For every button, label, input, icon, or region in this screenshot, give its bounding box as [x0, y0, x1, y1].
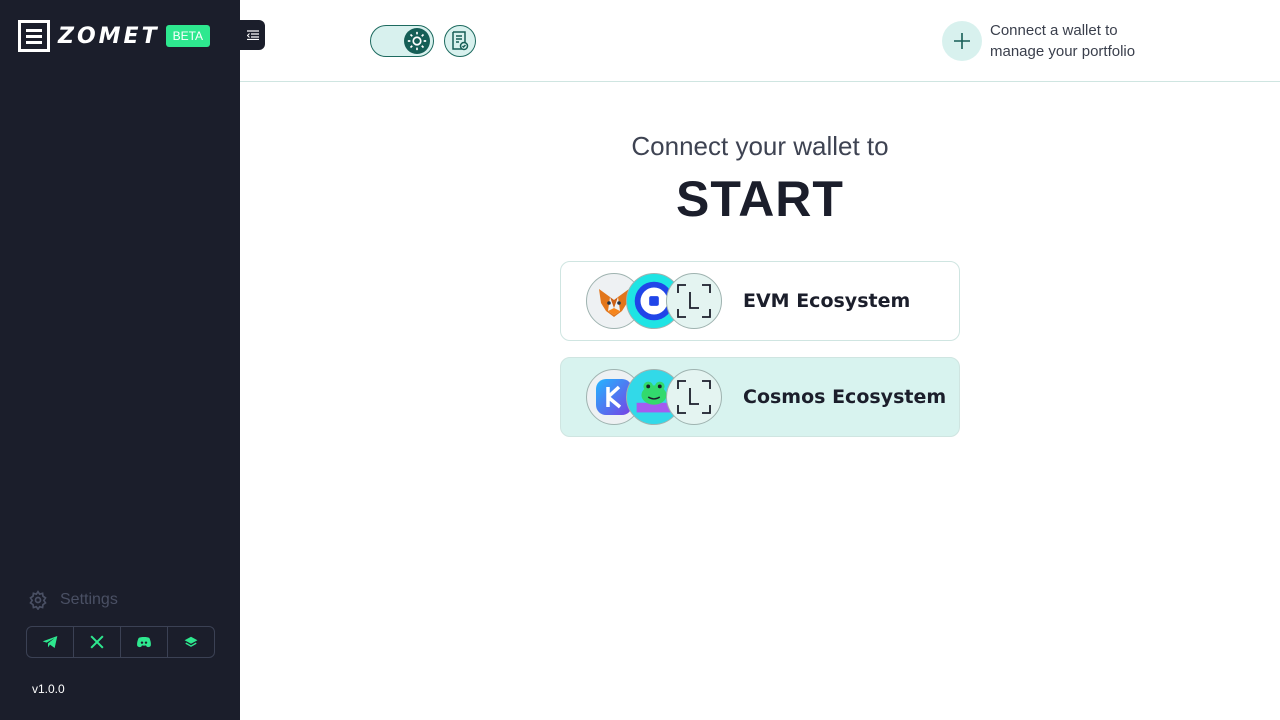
top-header: Connect a wallet to manage your portfoli…	[240, 0, 1280, 82]
telegram-icon	[42, 636, 58, 648]
collapse-sidebar-button[interactable]	[240, 20, 265, 50]
wallet-avatars	[586, 368, 746, 426]
transactions-button[interactable]	[444, 25, 476, 57]
telegram-link[interactable]	[27, 627, 74, 657]
connect-wallet-text: Connect a wallet to manage your portfoli…	[990, 22, 1136, 60]
plus-icon	[954, 33, 970, 49]
discord-icon	[137, 637, 151, 648]
connect-wallet-cta[interactable]: Connect a wallet to manage your portfoli…	[942, 20, 1160, 62]
ledger-icon	[666, 273, 722, 329]
sidebar: ZOMET BETA Settings v1.0.0	[0, 0, 240, 720]
sun-icon	[407, 31, 427, 51]
settings-label: Settings	[60, 591, 118, 608]
x-icon	[90, 635, 104, 649]
ledger-icon	[666, 369, 722, 425]
cosmos-ecosystem-card[interactable]: Cosmos Ecosystem	[560, 357, 960, 437]
social-links	[26, 626, 215, 658]
headline-title: START	[676, 171, 844, 227]
version-label: v1.0.0	[32, 682, 65, 696]
logo-icon	[18, 20, 50, 52]
x-link[interactable]	[74, 627, 121, 657]
theme-toggle[interactable]	[370, 25, 434, 57]
brand[interactable]: ZOMET BETA	[18, 20, 211, 52]
receipt-check-icon	[452, 31, 469, 51]
discord-link[interactable]	[121, 627, 168, 657]
add-wallet-button[interactable]	[942, 21, 982, 61]
evm-ecosystem-card[interactable]: EVM Ecosystem	[560, 261, 960, 341]
brand-name: ZOMET	[58, 23, 160, 49]
ecosystem-label: Cosmos Ecosystem	[743, 386, 947, 408]
beta-badge: BETA	[165, 25, 211, 47]
gear-icon	[29, 590, 47, 610]
stack-link[interactable]	[168, 627, 214, 657]
ecosystem-label: EVM Ecosystem	[743, 290, 911, 312]
menu-collapse-icon	[246, 30, 259, 40]
wallet-avatars	[586, 272, 746, 330]
stack-icon	[184, 636, 198, 647]
theme-knob	[404, 28, 430, 54]
headline-subtitle: Connect your wallet to	[631, 131, 889, 161]
settings-link[interactable]: Settings	[28, 590, 118, 610]
